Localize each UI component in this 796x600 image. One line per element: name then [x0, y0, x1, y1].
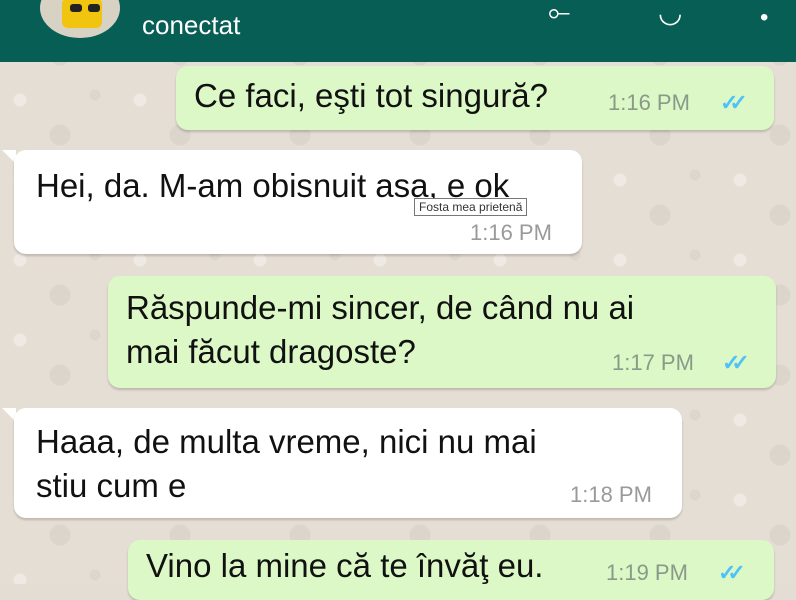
message-bubble-outgoing[interactable]: Ce faci, eşti tot singură? 1:16 PM ✓✓ [176, 66, 774, 130]
message-bubble-incoming[interactable]: Haaa, de multa vreme, nici nu mai stiu c… [14, 408, 682, 518]
message-time: 1:17 PM [612, 350, 694, 375]
message-bubble-outgoing[interactable]: Răspunde-mi sincer, de când nu ai mai fă… [108, 276, 776, 388]
read-receipt-icon: ✓✓ [718, 560, 746, 585]
message-text: stiu cum e [36, 467, 187, 504]
video-call-icon[interactable]: ⟜ [548, 0, 570, 29]
message-time: 1:16 PM [470, 220, 552, 245]
read-receipt-icon: ✓✓ [720, 90, 748, 115]
message-text: Haaa, de multa vreme, nici nu mai [36, 423, 537, 460]
avatar-eye [70, 4, 82, 12]
message-text: Răspunde-mi sincer, de când nu ai [126, 289, 635, 326]
call-icon[interactable]: ◡ [658, 0, 682, 29]
message-time: 1:16 PM [608, 90, 690, 115]
menu-icon[interactable]: • [760, 4, 768, 32]
message-time: 1:18 PM [570, 482, 652, 507]
tooltip: Fosta mea prietenă [414, 198, 528, 216]
message-text: Ce faci, eşti tot singură? [194, 77, 549, 114]
read-receipt-icon: ✓✓ [722, 350, 750, 375]
contact-status: conectat [142, 10, 241, 40]
avatar-eye [88, 4, 100, 12]
chat-header: conectat ⟜ ◡ • [0, 0, 796, 62]
message-text: mai făcut dragoste? [126, 333, 416, 370]
message-bubble-outgoing[interactable]: Vino la mine că te învăţ eu. 1:19 PM ✓✓ [128, 540, 774, 600]
avatar[interactable] [40, 0, 120, 38]
message-time: 1:19 PM [606, 560, 688, 585]
message-text: Vino la mine că te învăţ eu. [146, 547, 544, 584]
